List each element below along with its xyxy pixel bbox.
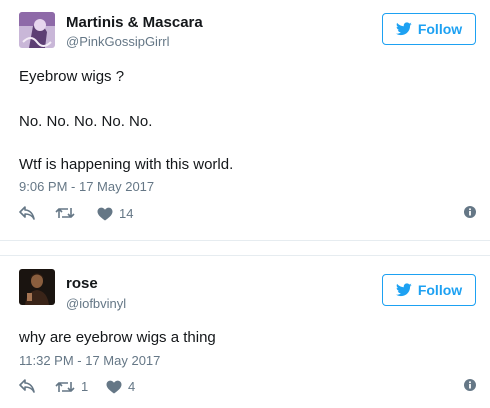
heart-icon: [106, 380, 122, 393]
like-count: 4: [128, 379, 136, 394]
tweet-text-line: No. No. No. No. No.: [19, 113, 153, 130]
follow-label: Follow: [417, 282, 463, 298]
tweet-timestamp[interactable]: 9:06 PM - 17 May 2017: [19, 179, 154, 194]
tweet-actions: 1 4: [19, 379, 476, 399]
avatar[interactable]: [19, 12, 55, 48]
like-count: 14: [119, 206, 134, 221]
retweet-button[interactable]: [55, 206, 81, 220]
reply-icon: [19, 206, 35, 220]
heart-icon: [97, 207, 113, 220]
avatar[interactable]: [19, 269, 55, 305]
follow-button[interactable]: Follow: [382, 13, 476, 45]
reply-button[interactable]: [19, 206, 35, 220]
twitter-bird-icon: [395, 22, 412, 36]
like-button[interactable]: 14: [97, 206, 133, 221]
reply-button[interactable]: [19, 379, 35, 393]
user-handle[interactable]: @iofbvinyl: [66, 296, 126, 311]
more-info-icon: [464, 206, 476, 218]
more-info-button[interactable]: [464, 379, 476, 391]
twitter-bird-icon: [395, 283, 412, 297]
tweet-card: Martinis & Mascara @PinkGossipGirrl Foll…: [0, 0, 490, 240]
display-name[interactable]: Martinis & Mascara: [66, 14, 203, 31]
more-info-button[interactable]: [464, 206, 476, 218]
retweet-count: 1: [81, 379, 89, 394]
tweet-text-line: Eyebrow wigs ?: [19, 68, 125, 85]
tweet-actions: 14: [19, 206, 476, 226]
follow-button[interactable]: Follow: [382, 274, 476, 306]
tweet-text-line: Wtf is happening with this world.: [19, 156, 234, 173]
user-handle[interactable]: @PinkGossipGirrl: [66, 34, 170, 49]
like-button[interactable]: 4: [106, 379, 135, 394]
tweet-card: rose @iofbvinyl Follow why are eyebrow w…: [0, 256, 490, 408]
tweet-divider: [0, 240, 490, 256]
display-name[interactable]: rose: [66, 275, 98, 292]
retweet-icon: [55, 208, 75, 218]
retweet-button[interactable]: 1: [55, 379, 88, 394]
tweet-timestamp[interactable]: 11:32 PM - 17 May 2017: [19, 353, 160, 368]
more-info-icon: [464, 379, 476, 391]
tweet-text-line: why are eyebrow wigs a thing: [19, 329, 216, 346]
reply-icon: [19, 379, 35, 393]
retweet-icon: [55, 381, 75, 392]
follow-label: Follow: [417, 21, 463, 37]
